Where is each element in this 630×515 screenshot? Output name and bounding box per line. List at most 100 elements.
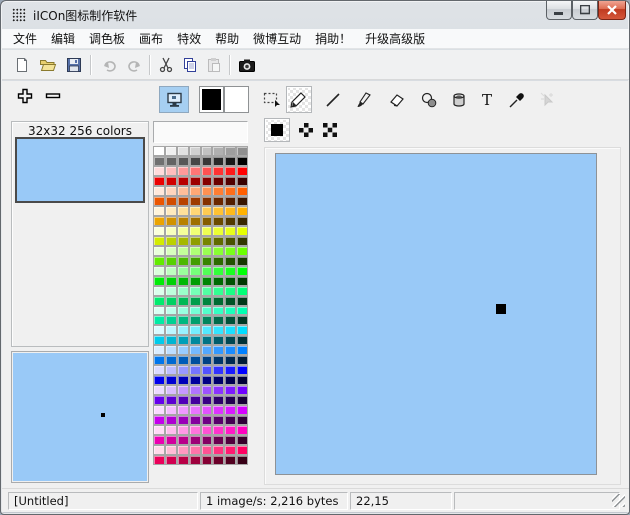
palette-swatch[interactable]: [212, 156, 224, 166]
palette-swatch[interactable]: [212, 186, 224, 196]
palette-swatch[interactable]: [153, 166, 165, 176]
palette-swatch[interactable]: [201, 246, 213, 256]
palette-swatch[interactable]: [165, 455, 177, 465]
palette-swatch[interactable]: [189, 355, 201, 365]
palette-swatch[interactable]: [177, 395, 189, 405]
palette-swatch[interactable]: [224, 306, 236, 316]
palette-swatch[interactable]: [224, 345, 236, 355]
palette-swatch[interactable]: [201, 365, 213, 375]
palette-swatch[interactable]: [201, 186, 213, 196]
palette-swatch[interactable]: [236, 206, 248, 216]
palette-swatch[interactable]: [236, 345, 248, 355]
palette-swatch[interactable]: [165, 176, 177, 186]
palette-swatch[interactable]: [224, 146, 236, 156]
palette-swatch[interactable]: [177, 315, 189, 325]
palette-swatch[interactable]: [189, 176, 201, 186]
palette-swatch[interactable]: [224, 286, 236, 296]
palette-swatch[interactable]: [236, 176, 248, 186]
palette-swatch[interactable]: [201, 256, 213, 266]
palette-swatch[interactable]: [212, 395, 224, 405]
palette-swatch[interactable]: [177, 266, 189, 276]
palette-swatch[interactable]: [189, 405, 201, 415]
palette-swatch[interactable]: [201, 325, 213, 335]
palette-swatch[interactable]: [201, 266, 213, 276]
palette-swatch[interactable]: [224, 166, 236, 176]
palette-swatch[interactable]: [165, 186, 177, 196]
palette-swatch[interactable]: [224, 435, 236, 445]
palette-swatch[interactable]: [224, 186, 236, 196]
palette-swatch[interactable]: [153, 335, 165, 345]
palette-swatch[interactable]: [212, 206, 224, 216]
palette-swatch[interactable]: [189, 306, 201, 316]
palette-swatch[interactable]: [212, 306, 224, 316]
title-bar[interactable]: iICOn图标制作软件: [1, 1, 629, 29]
palette-swatch[interactable]: [165, 375, 177, 385]
palette-swatch[interactable]: [212, 226, 224, 236]
new-button[interactable]: [11, 54, 33, 76]
palette-swatch[interactable]: [177, 425, 189, 435]
palette-swatch[interactable]: [224, 206, 236, 216]
palette-swatch[interactable]: [224, 395, 236, 405]
palette-swatch[interactable]: [236, 365, 248, 375]
palette-swatch[interactable]: [236, 256, 248, 266]
palette-swatch[interactable]: [201, 345, 213, 355]
palette-swatch[interactable]: [201, 415, 213, 425]
palette-swatch[interactable]: [177, 276, 189, 286]
palette-swatch[interactable]: [212, 455, 224, 465]
palette-swatch[interactable]: [165, 236, 177, 246]
palette-swatch[interactable]: [189, 455, 201, 465]
palette-swatch[interactable]: [224, 405, 236, 415]
palette-swatch[interactable]: [212, 266, 224, 276]
palette-swatch[interactable]: [153, 306, 165, 316]
palette-swatch[interactable]: [165, 146, 177, 156]
palette-swatch[interactable]: [153, 216, 165, 226]
palette-swatch[interactable]: [153, 146, 165, 156]
palette-swatch[interactable]: [201, 315, 213, 325]
foreground-color-swatch[interactable]: [199, 86, 224, 113]
pen-shape-x[interactable]: [318, 118, 342, 142]
palette-swatch[interactable]: [165, 276, 177, 286]
palette-swatch[interactable]: [201, 355, 213, 365]
palette-swatch[interactable]: [177, 156, 189, 166]
palette-swatch[interactable]: [177, 186, 189, 196]
palette-swatch[interactable]: [189, 216, 201, 226]
palette-swatch[interactable]: [201, 206, 213, 216]
palette-swatch[interactable]: [224, 196, 236, 206]
palette-swatch[interactable]: [224, 375, 236, 385]
tool-fill[interactable]: [446, 86, 472, 113]
palette-swatch[interactable]: [165, 256, 177, 266]
palette-swatch[interactable]: [224, 236, 236, 246]
palette-swatch[interactable]: [212, 146, 224, 156]
palette-swatch[interactable]: [189, 296, 201, 306]
palette-swatch[interactable]: [224, 216, 236, 226]
palette-swatch[interactable]: [153, 355, 165, 365]
close-button[interactable]: [598, 1, 626, 20]
palette-swatch[interactable]: [177, 196, 189, 206]
palette-swatch[interactable]: [201, 375, 213, 385]
palette-swatch[interactable]: [153, 405, 165, 415]
palette-swatch[interactable]: [212, 166, 224, 176]
redo-button[interactable]: [124, 54, 146, 76]
palette-swatch[interactable]: [201, 405, 213, 415]
palette-swatch[interactable]: [236, 196, 248, 206]
palette-swatch[interactable]: [165, 206, 177, 216]
palette-swatch[interactable]: [153, 226, 165, 236]
undo-button[interactable]: [98, 54, 120, 76]
palette-swatch[interactable]: [212, 335, 224, 345]
palette-swatch[interactable]: [189, 365, 201, 375]
palette-swatch[interactable]: [236, 375, 248, 385]
palette-swatch[interactable]: [236, 395, 248, 405]
palette-swatch[interactable]: [212, 315, 224, 325]
palette-swatch[interactable]: [189, 236, 201, 246]
palette-swatch[interactable]: [236, 226, 248, 236]
palette-swatch[interactable]: [201, 146, 213, 156]
palette-swatch[interactable]: [153, 375, 165, 385]
palette-swatch[interactable]: [153, 395, 165, 405]
palette-swatch[interactable]: [153, 345, 165, 355]
palette-swatch[interactable]: [212, 355, 224, 365]
palette-swatch[interactable]: [177, 236, 189, 246]
palette-swatch[interactable]: [189, 266, 201, 276]
palette-swatch[interactable]: [236, 385, 248, 395]
palette-swatch[interactable]: [236, 146, 248, 156]
palette-swatch[interactable]: [212, 325, 224, 335]
